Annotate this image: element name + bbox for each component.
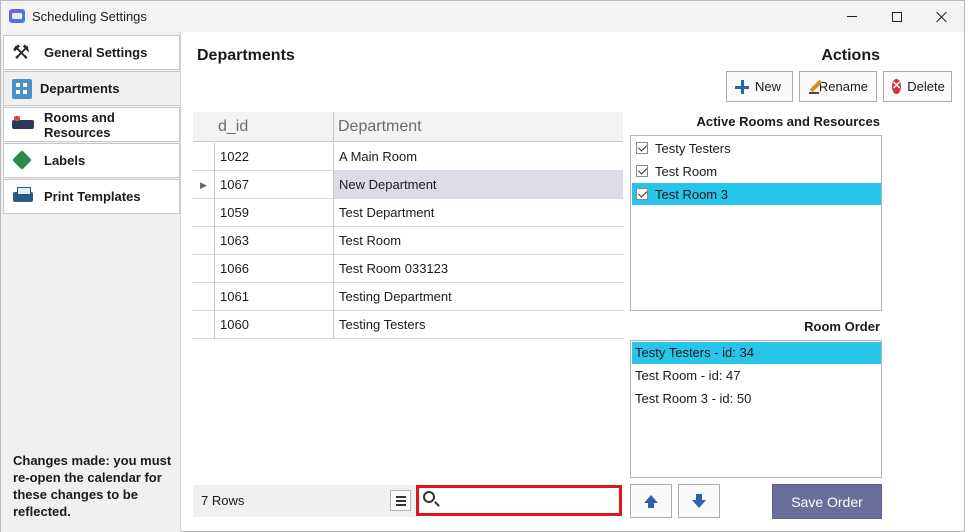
rename-button-label: Rename xyxy=(818,79,868,94)
cell-d-id[interactable]: 1060 xyxy=(214,311,334,339)
minimize-button[interactable] xyxy=(829,1,875,32)
column-header-d-id[interactable]: d_id xyxy=(214,112,334,142)
printer-icon xyxy=(12,186,36,208)
sidebar-item-rooms-and-resources[interactable]: Rooms and Resources xyxy=(3,107,180,142)
checkbox[interactable] xyxy=(636,165,648,177)
sidebar-item-label: Print Templates xyxy=(44,189,141,204)
list-item[interactable]: Test Room xyxy=(632,160,881,182)
move-down-button[interactable] xyxy=(678,484,720,518)
new-button[interactable]: New xyxy=(726,71,793,102)
sidebar-item-print-templates[interactable]: Print Templates xyxy=(3,179,180,214)
delete-icon: ✕ xyxy=(892,79,902,94)
sidebar-item-labels[interactable]: Labels xyxy=(3,143,180,178)
new-button-label: New xyxy=(755,79,782,94)
minimize-icon xyxy=(847,16,857,17)
scheduling-settings-window: Scheduling Settings General Settings Dep… xyxy=(0,0,965,532)
row-indicator xyxy=(193,283,214,311)
menu-icon xyxy=(395,495,406,498)
active-rooms-list: Testy Testers Test Room Test Room 3 xyxy=(630,135,882,311)
changes-note: Changes made: you must re-open the calen… xyxy=(13,453,172,519)
column-chooser-button[interactable] xyxy=(390,490,411,511)
table-row[interactable]: 1066 Test Room 033123 xyxy=(193,255,623,283)
table-row[interactable]: 1063 Test Room xyxy=(193,227,623,255)
room-order-label: Room Order xyxy=(804,319,880,334)
move-up-button[interactable] xyxy=(630,484,672,518)
list-item[interactable]: Test Room 3 - id: 50 xyxy=(632,388,881,410)
sidebar-item-label: Rooms and Resources xyxy=(44,109,115,140)
app-icon xyxy=(9,9,25,23)
close-icon xyxy=(936,11,948,23)
rename-button[interactable]: Rename xyxy=(799,71,877,102)
list-item-label: Test Room 3 xyxy=(655,186,728,202)
row-indicator xyxy=(193,199,214,227)
sidebar-item-general-settings[interactable]: General Settings xyxy=(3,35,180,70)
room-order-list: Testy Testers - id: 34 Test Room - id: 4… xyxy=(630,340,882,478)
row-count-label: 7 Rows xyxy=(201,493,245,508)
row-indicator xyxy=(193,311,214,339)
title-bar: Scheduling Settings xyxy=(1,1,964,32)
active-rooms-label: Active Rooms and Resources xyxy=(696,114,880,129)
actions-heading: Actions xyxy=(821,47,880,64)
column-header-department[interactable]: Department xyxy=(334,112,623,142)
pencil-icon xyxy=(808,80,819,94)
row-indicator xyxy=(193,143,214,171)
checkbox[interactable] xyxy=(636,188,648,200)
cell-d-id[interactable]: 1022 xyxy=(214,143,334,171)
cell-d-id[interactable]: 1063 xyxy=(214,227,334,255)
delete-button-label: Delete xyxy=(907,79,945,94)
sidebar: General Settings Departments Rooms and R… xyxy=(1,32,181,532)
cell-d-id[interactable]: 1059 xyxy=(214,199,334,227)
list-item[interactable]: Test Room 3 xyxy=(632,183,881,205)
tag-icon xyxy=(12,150,36,172)
delete-button[interactable]: ✕ Delete xyxy=(883,71,952,102)
departments-grid: d_id Department 1022 A Main Room ▶ 1067 … xyxy=(193,112,623,339)
row-indicator xyxy=(193,227,214,255)
cell-department[interactable]: A Main Room xyxy=(334,143,623,171)
close-button[interactable] xyxy=(919,1,965,32)
table-row[interactable]: 1022 A Main Room xyxy=(193,143,623,171)
sidebar-item-label: Labels xyxy=(44,153,86,168)
window-title: Scheduling Settings xyxy=(32,9,147,24)
table-row[interactable]: ▶ 1067 New Department xyxy=(193,171,623,199)
grid-footer: 7 Rows xyxy=(193,485,415,517)
plus-icon xyxy=(735,79,749,94)
search-box[interactable] xyxy=(416,485,622,516)
sidebar-item-label: Departments xyxy=(40,81,120,96)
search-input[interactable] xyxy=(443,490,613,512)
list-item[interactable]: Test Room - id: 47 xyxy=(632,365,881,387)
sidebar-item-label: General Settings xyxy=(44,45,148,60)
row-indicator xyxy=(193,255,214,283)
save-order-button[interactable]: Save Order xyxy=(772,484,882,519)
departments-heading: Departments xyxy=(197,47,295,64)
list-item[interactable]: Testy Testers xyxy=(632,137,881,159)
search-icon xyxy=(423,491,435,503)
table-row[interactable]: 1061 Testing Department xyxy=(193,283,623,311)
cell-d-id[interactable]: 1061 xyxy=(214,283,334,311)
list-item-label: Testy Testers xyxy=(655,140,731,156)
cell-d-id[interactable]: 1067 xyxy=(214,171,334,199)
cell-d-id[interactable]: 1066 xyxy=(214,255,334,283)
tools-icon xyxy=(12,40,36,65)
maximize-icon xyxy=(892,11,902,22)
bed-icon xyxy=(12,114,36,136)
sidebar-item-departments[interactable]: Departments xyxy=(3,71,180,106)
table-row[interactable]: 1060 Testing Testers xyxy=(193,311,623,339)
list-item-label: Test Room xyxy=(655,163,718,179)
cell-department[interactable]: Test Department xyxy=(334,199,623,227)
cell-department[interactable]: Testing Testers xyxy=(334,311,623,339)
current-row-indicator-icon: ▶ xyxy=(200,180,207,190)
list-item[interactable]: Testy Testers - id: 34 xyxy=(632,342,881,364)
grid-header: d_id Department xyxy=(193,112,623,142)
maximize-button[interactable] xyxy=(874,1,920,32)
cell-department[interactable]: Testing Department xyxy=(334,283,623,311)
cell-department[interactable]: Test Room 033123 xyxy=(334,255,623,283)
building-icon xyxy=(12,78,32,99)
checkbox[interactable] xyxy=(636,142,648,154)
arrow-up-icon xyxy=(644,495,658,508)
cell-department[interactable]: Test Room xyxy=(334,227,623,255)
arrow-down-icon xyxy=(692,494,706,508)
table-row[interactable]: 1059 Test Department xyxy=(193,199,623,227)
cell-department[interactable]: New Department xyxy=(334,171,623,199)
